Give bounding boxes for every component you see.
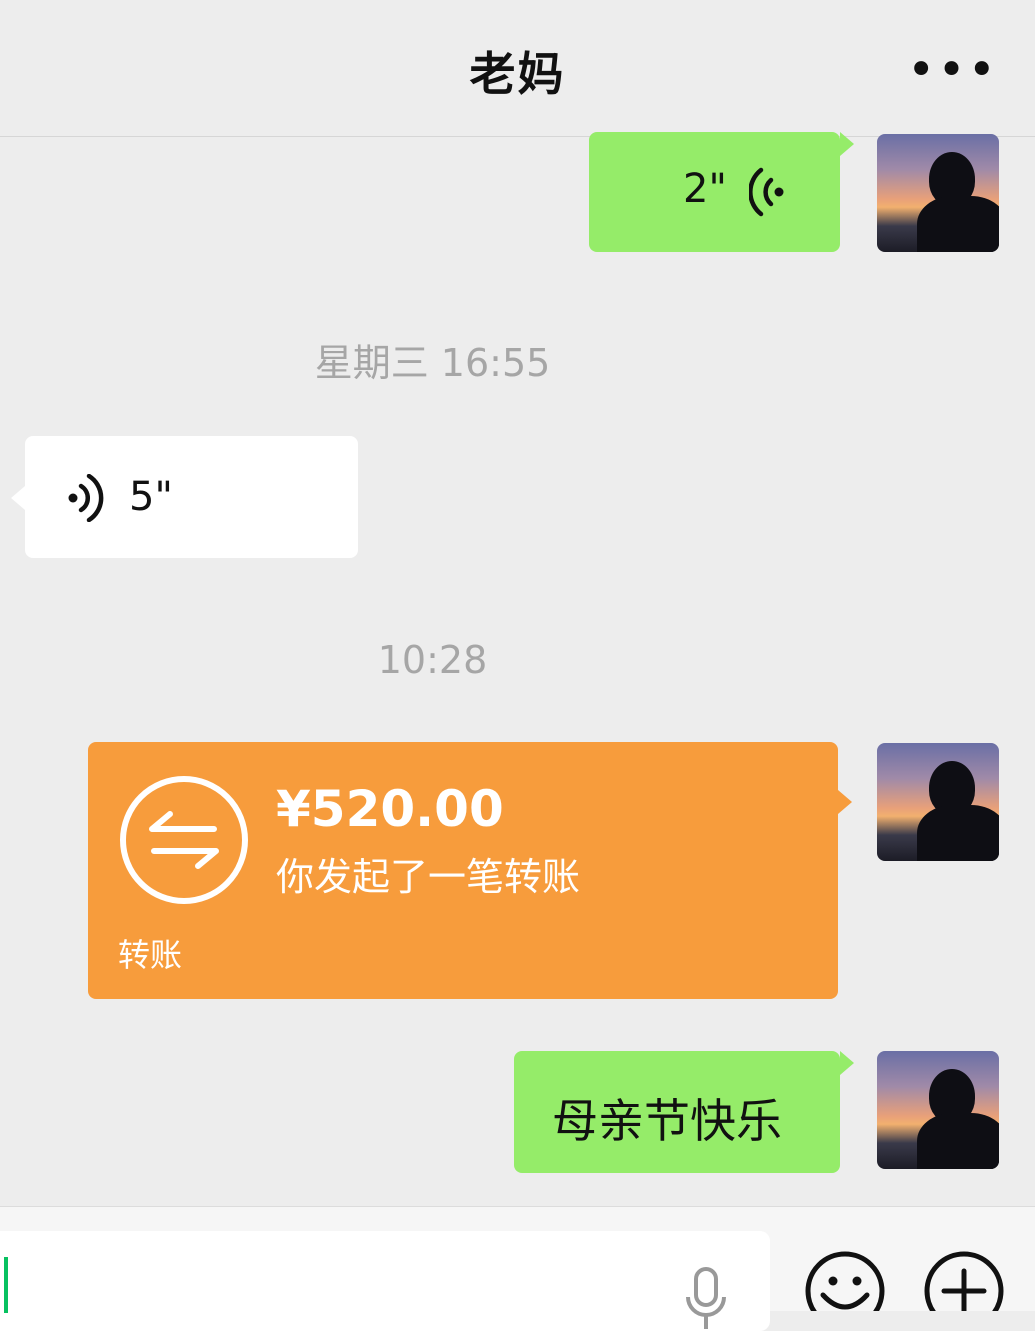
chat-title: 老妈 xyxy=(469,47,566,101)
voice-duration: 2" xyxy=(683,166,727,212)
input-bar xyxy=(0,1206,1035,1331)
text-caret xyxy=(4,1257,8,1313)
text-message-outgoing[interactable]: 母亲节快乐 xyxy=(514,1051,854,1173)
transfer-arrows-icon xyxy=(120,776,248,904)
voice-message-incoming[interactable]: 5" xyxy=(11,436,358,558)
timestamp: 10:28 xyxy=(377,638,488,682)
emoji-icon[interactable] xyxy=(803,1249,887,1311)
message-text: 母亲节快乐 xyxy=(552,1094,782,1148)
more-dots-icon[interactable]: ••• xyxy=(907,40,996,100)
microphone-icon[interactable] xyxy=(684,1267,728,1331)
voice-duration: 5" xyxy=(129,474,173,520)
chat-header: 老妈 ••• xyxy=(0,0,1035,137)
message-input[interactable] xyxy=(0,1231,770,1331)
transfer-card[interactable]: ¥520.00 你发起了一笔转账 转账 xyxy=(88,742,852,999)
voice-wave-icon xyxy=(68,474,104,522)
voice-wave-icon xyxy=(749,167,784,217)
timestamp: 星期三 16:55 xyxy=(314,341,551,385)
my-avatar[interactable] xyxy=(877,1051,999,1169)
voice-message-outgoing[interactable]: 2" xyxy=(589,132,854,252)
transfer-description: 你发起了一笔转账 xyxy=(276,855,581,899)
my-avatar[interactable] xyxy=(877,743,999,861)
transfer-label: 转账 xyxy=(118,936,183,974)
my-avatar[interactable] xyxy=(877,134,999,252)
plus-circle-icon[interactable] xyxy=(922,1249,1006,1311)
transfer-amount: ¥520.00 xyxy=(276,780,504,838)
